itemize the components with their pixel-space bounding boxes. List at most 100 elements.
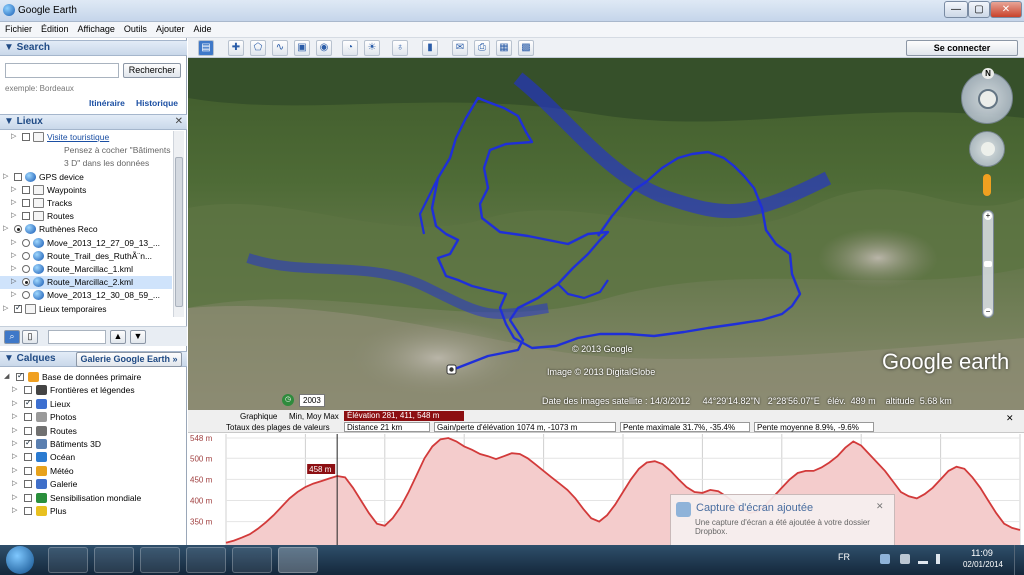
expand-arrow-icon[interactable]: ◢ xyxy=(4,372,12,380)
layer-item[interactable]: ▷ Météo xyxy=(0,465,187,478)
itinerary-link[interactable]: Itinéraire xyxy=(89,98,125,108)
move-control[interactable] xyxy=(969,131,1005,167)
checkbox[interactable] xyxy=(24,413,32,422)
tour-icon[interactable]: ◉ xyxy=(316,40,332,56)
historical-imagery-icon[interactable]: ◔ xyxy=(342,40,358,56)
scrollbar-thumb[interactable] xyxy=(175,157,183,307)
checkbox[interactable] xyxy=(24,398,32,408)
move-up-icon[interactable]: ▲ xyxy=(110,330,126,344)
maximize-button[interactable]: ▢ xyxy=(968,1,990,18)
history-clock-icon[interactable]: ◷ xyxy=(282,394,294,406)
expand-arrow-icon[interactable]: ▷ xyxy=(12,439,20,447)
close-profile-icon[interactable]: ✕ xyxy=(1006,413,1014,424)
tree-item[interactable]: ▷ Visite touristique xyxy=(0,131,172,144)
volume-icon[interactable] xyxy=(936,554,946,564)
places-scrollbar[interactable] xyxy=(173,131,184,317)
history-link[interactable]: Historique xyxy=(136,98,178,108)
expand-arrow-icon[interactable]: ▷ xyxy=(12,493,20,501)
ruler-icon[interactable]: ▮ xyxy=(422,40,438,56)
tree-item[interactable]: ▷ Route_Trail_des_RuthÃ¨n... xyxy=(0,250,172,263)
dropbox-tray-icon[interactable] xyxy=(880,554,890,564)
checkbox[interactable] xyxy=(24,507,32,515)
graph-modes[interactable]: Min, Moy Max xyxy=(289,412,339,421)
tree-item[interactable]: ▷ Waypoints xyxy=(0,184,172,197)
tree-item[interactable]: ▷ Move_2013_12_27_09_13_... xyxy=(0,237,172,250)
radio-button[interactable] xyxy=(22,251,30,260)
layer-item[interactable]: ▷ Sensibilisation mondiale xyxy=(0,492,187,505)
elevation-stat[interactable]: Élévation 281, 411, 548 m xyxy=(344,411,464,421)
north-compass[interactable]: N xyxy=(982,68,994,79)
expand-arrow-icon[interactable]: ▷ xyxy=(12,506,20,514)
expand-arrow-icon[interactable]: ▷ xyxy=(11,198,19,206)
tree-item[interactable]: ▷ GPS device xyxy=(0,171,172,184)
expand-arrow-icon[interactable]: ▷ xyxy=(11,251,19,259)
checkbox[interactable] xyxy=(24,493,32,502)
expand-arrow-icon[interactable]: ▷ xyxy=(3,172,11,180)
search-header[interactable]: ▼ Search xyxy=(0,40,187,56)
action-center-icon[interactable] xyxy=(900,554,910,564)
tree-item[interactable]: ▷ Tracks xyxy=(0,197,172,210)
media-player-icon[interactable] xyxy=(186,547,226,573)
clock-date[interactable]: 02/01/2014 xyxy=(956,560,1010,569)
panel-toggle-icon[interactable]: ▯ xyxy=(22,330,38,344)
layer-item[interactable]: ▷ Frontières et légendes xyxy=(0,384,187,397)
places-header[interactable]: ▼ Lieux ✕ xyxy=(0,114,187,130)
expand-arrow-icon[interactable]: ▷ xyxy=(11,238,19,246)
map-view[interactable]: N + − © 2013 Google Image © 2013 Digital… xyxy=(188,58,1024,410)
radio-button[interactable] xyxy=(22,291,30,300)
expand-arrow-icon[interactable]: ▷ xyxy=(11,132,19,140)
search-input[interactable] xyxy=(5,63,119,78)
google-earth-taskbar-icon[interactable] xyxy=(278,547,318,573)
print-icon[interactable]: ⎙ xyxy=(474,40,490,56)
zoom-out-icon[interactable]: − xyxy=(984,308,992,316)
search-places-icon[interactable]: ⌕ xyxy=(4,330,20,344)
menu-affichage[interactable]: Affichage xyxy=(73,22,119,34)
sunlight-icon[interactable]: ☀ xyxy=(364,40,380,56)
close-button[interactable]: ✕ xyxy=(990,1,1022,18)
collapse-icon[interactable]: ✕ xyxy=(175,116,183,127)
polygon-icon[interactable]: ⬠ xyxy=(250,40,266,56)
expand-arrow-icon[interactable]: ▷ xyxy=(12,452,20,460)
path-icon[interactable]: ∿ xyxy=(272,40,288,56)
language-indicator[interactable]: FR xyxy=(838,552,850,562)
checkbox[interactable] xyxy=(22,199,30,207)
dropbox-notification[interactable]: Capture d'écran ajoutée Une capture d'éc… xyxy=(670,494,895,552)
email-icon[interactable]: ✉ xyxy=(452,40,468,56)
tree-item[interactable]: ▷ Move_2013_12_30_08_59_... xyxy=(0,289,172,302)
expand-arrow-icon[interactable]: ▷ xyxy=(12,399,20,407)
maps-icon[interactable]: ▩ xyxy=(518,40,534,56)
expand-arrow-icon[interactable]: ▷ xyxy=(11,185,19,193)
expand-arrow-icon[interactable]: ▷ xyxy=(3,224,11,232)
expand-arrow-icon[interactable]: ▷ xyxy=(12,466,20,474)
planets-icon[interactable]: ♁ xyxy=(392,40,408,56)
connect-button[interactable]: Se connecter xyxy=(906,40,1018,56)
tree-item[interactable]: ▷ Route_Marcillac_1.kml xyxy=(0,263,172,276)
save-image-icon[interactable]: ▦ xyxy=(496,40,512,56)
menu-fichier[interactable]: Fichier xyxy=(0,22,36,34)
checkbox[interactable] xyxy=(24,453,32,462)
radio-button[interactable] xyxy=(22,265,30,273)
zoom-in-icon[interactable]: + xyxy=(984,212,992,220)
checkbox[interactable] xyxy=(14,303,22,313)
menu-aide[interactable]: Aide xyxy=(188,22,215,34)
app-icon[interactable] xyxy=(140,547,180,573)
checkbox[interactable] xyxy=(16,371,24,381)
expand-arrow-icon[interactable]: ▷ xyxy=(12,479,20,487)
file-explorer-icon[interactable] xyxy=(94,547,134,573)
placemark-icon[interactable]: ✚ xyxy=(228,40,244,56)
layer-item[interactable]: ▷ Routes xyxy=(0,425,187,438)
look-eye-icon[interactable] xyxy=(978,89,998,109)
internet-explorer-icon[interactable] xyxy=(48,547,88,573)
tree-item[interactable]: ▷ Routes xyxy=(0,210,172,223)
show-desktop-button[interactable] xyxy=(1014,545,1024,575)
clock-time[interactable]: 11:09 xyxy=(962,548,1002,558)
expand-arrow-icon[interactable]: ▷ xyxy=(11,277,19,285)
checkbox[interactable] xyxy=(22,133,30,141)
network-icon[interactable] xyxy=(918,554,928,564)
radio-button[interactable] xyxy=(22,278,30,287)
zoom-slider[interactable]: + − xyxy=(982,210,994,318)
places-filter-input[interactable] xyxy=(48,330,106,344)
checkbox[interactable] xyxy=(24,386,32,395)
move-down-icon[interactable]: ▼ xyxy=(130,330,146,344)
overlay-icon[interactable]: ▣ xyxy=(294,40,310,56)
